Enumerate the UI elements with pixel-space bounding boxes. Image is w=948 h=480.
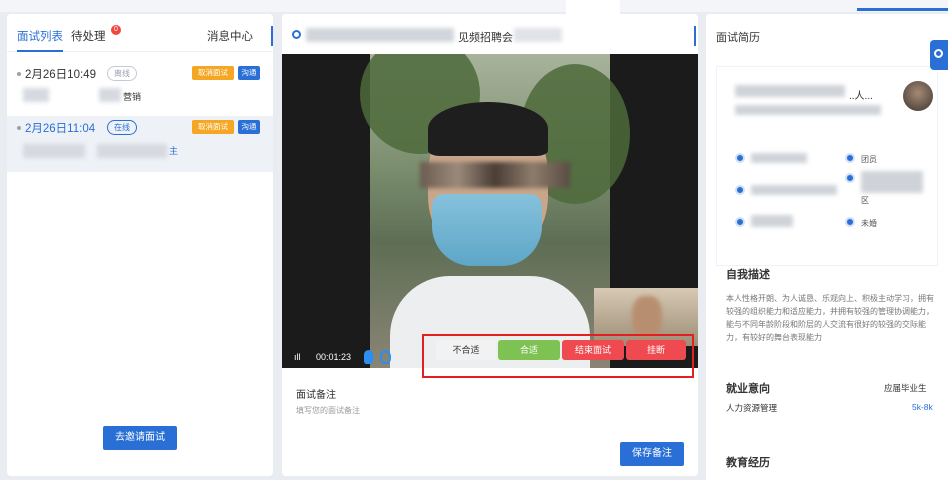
info-icon — [845, 217, 855, 227]
redacted-info — [751, 215, 793, 227]
info-icon — [845, 173, 855, 183]
education-title: 教育经历 — [726, 457, 770, 469]
camera-icon — [292, 30, 301, 39]
pending-badge: 0 — [111, 25, 121, 35]
resume-header: 面试简历 — [716, 32, 760, 44]
info-icon — [845, 153, 855, 163]
redacted-summary — [735, 105, 881, 115]
panel-edge-marker — [271, 26, 273, 46]
bullet-icon — [17, 72, 21, 76]
event-title: 见频招聘会 — [458, 32, 513, 44]
search-icon — [934, 49, 943, 58]
candidate-video — [360, 54, 630, 368]
status-badge: 离线 — [107, 66, 137, 81]
bullet-icon — [17, 126, 21, 130]
invite-interview-button[interactable]: 去邀请面试 — [103, 426, 177, 450]
redacted-info — [751, 153, 807, 163]
interview-time: 2月26日11:04 — [25, 123, 96, 135]
avatar — [903, 81, 933, 111]
note-title: 面试备注 — [296, 390, 336, 401]
self-description-title: 自我描述 — [726, 269, 770, 281]
panel-edge-marker — [694, 26, 696, 46]
self-description: 本人性格开朗、为人诚恳、乐观向上、积极主动学习，拥有较强的组织能力和适应能力，并… — [726, 294, 934, 342]
signal-icon: ıll — [294, 352, 301, 362]
job-type: 应届毕业生 — [884, 383, 927, 393]
info-icon — [735, 153, 745, 163]
job-intention-title: 就业意向 — [726, 383, 770, 395]
note-input[interactable]: 填写您的面试备注 — [296, 405, 360, 416]
redacted-position — [99, 88, 121, 102]
cancel-interview-button[interactable]: 取消面试 — [192, 120, 234, 134]
search-button[interactable] — [930, 40, 948, 70]
tab-bar: 面试列表 待处理 0 消息中心 — [7, 14, 273, 52]
list-item[interactable]: 2月26日11:04 在线 取消面试 沟通 主 — [7, 116, 273, 172]
candidate-hair — [428, 102, 548, 156]
video-panel: 见频招聘会 ıll 00:01:23 不合适 合适 结束面试 挂断 面试备注 填… — [282, 14, 698, 476]
position-suffix: 营销 — [123, 92, 142, 102]
redacted-title-tail — [514, 28, 562, 42]
face-mask — [432, 194, 542, 266]
save-note-button[interactable]: 保存备注 — [620, 442, 684, 466]
info-icon — [735, 185, 745, 195]
redacted-name — [735, 85, 845, 97]
chat-button[interactable]: 沟通 — [238, 66, 260, 80]
call-timer: 00:01:23 — [316, 352, 352, 362]
redacted-info — [751, 185, 837, 195]
cancel-interview-button[interactable]: 取消面试 — [192, 66, 234, 80]
top-strip — [0, 0, 948, 30]
tab-interview-list[interactable]: 面试列表 — [17, 28, 63, 52]
info-district: 区 — [861, 196, 869, 205]
info-party: 团员 — [861, 155, 877, 164]
list-item[interactable]: 2月26日10:49 离线 取消面试 沟通 营销 — [7, 62, 273, 118]
microphone-icon[interactable] — [364, 350, 373, 364]
video-stream: ıll 00:01:23 — [282, 54, 698, 368]
camera-toggle-icon[interactable] — [380, 350, 391, 364]
redacted-name — [23, 144, 85, 158]
redacted-title — [306, 28, 454, 42]
name-suffix: ..人... — [849, 91, 873, 102]
highlight-box — [422, 334, 694, 378]
resume-card: ..人... 团员 区 未婚 — [716, 66, 938, 266]
redacted-address — [861, 171, 923, 193]
tab-pending[interactable]: 待处理 — [71, 28, 106, 44]
tab-message-center[interactable]: 消息中心 — [207, 28, 253, 44]
info-icon — [735, 217, 745, 227]
redacted-name — [23, 88, 49, 102]
salary-range: 5k-8k — [912, 402, 933, 412]
chat-button[interactable]: 沟通 — [238, 120, 260, 134]
redacted-position — [97, 144, 167, 158]
video-header: 见频招聘会 — [282, 14, 698, 54]
self-face — [632, 296, 662, 338]
position-suffix: 主 — [169, 146, 179, 156]
interview-time: 2月26日10:49 — [25, 69, 96, 81]
interview-list-panel: 面试列表 待处理 0 消息中心 2月26日10:49 离线 取消面试 沟通 营销… — [7, 14, 273, 476]
resume-panel: 面试简历 ..人... 团员 区 未婚 自我描述 本人性格开朗、为人诚恳、乐观向… — [706, 14, 948, 480]
job-role: 人力资源管理 — [726, 403, 778, 413]
status-badge: 在线 — [107, 120, 137, 135]
top-accent-line — [857, 8, 948, 11]
info-marital: 未婚 — [861, 219, 877, 228]
face-mosaic — [420, 162, 570, 188]
